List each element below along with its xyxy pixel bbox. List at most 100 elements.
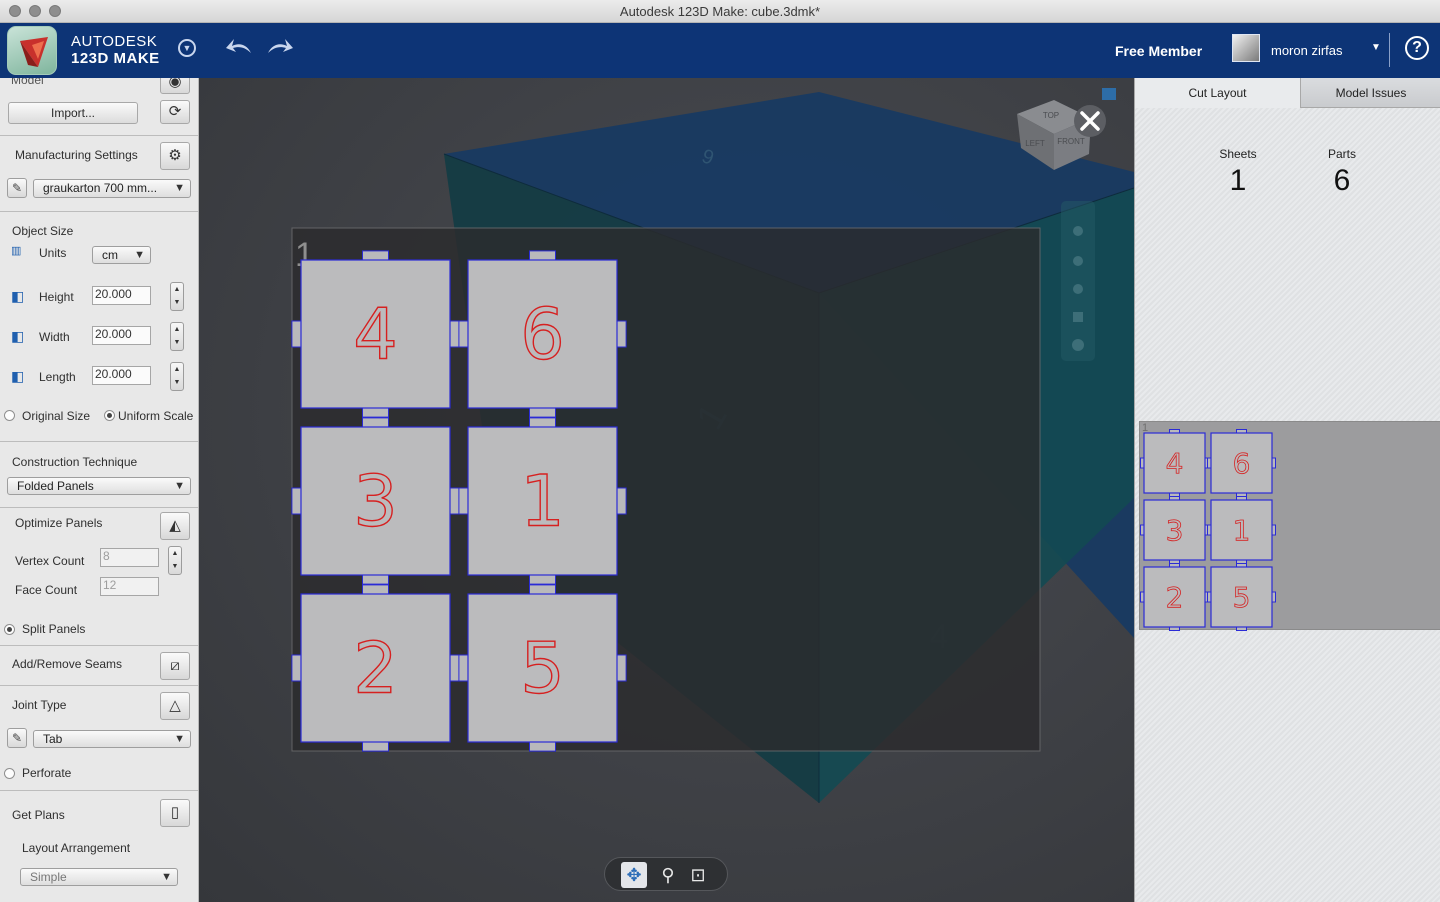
app-menu-dropdown-icon[interactable]: ▼	[178, 39, 196, 57]
thumbnail-part-4[interactable]: 4	[1140, 429, 1209, 497]
fit-view-icon[interactable]	[1073, 312, 1083, 322]
optimize-section: Optimize Panels ◭ Vertex Count 8 ▲ ▼ Face…	[0, 508, 198, 646]
refresh-icon[interactable]: ⟳	[160, 100, 190, 124]
thumbnail-part-1[interactable]: 1	[1207, 496, 1276, 564]
cut-part-label: 4	[353, 294, 398, 376]
thumbnail-part-2[interactable]: 2	[1140, 563, 1209, 631]
units-dropdown[interactable]: cm ▼	[92, 246, 151, 264]
sheets-count: 1	[1229, 164, 1247, 197]
parts-grid: 4 6 3 1 2 5	[291, 250, 627, 752]
ruler-icon: ▥	[11, 245, 22, 257]
layout-arrangement-label: Layout Arrangement	[22, 841, 131, 855]
header-divider	[1389, 33, 1390, 67]
brand-autodesk: AUTODESK	[71, 33, 158, 50]
uniform-scale-radio[interactable]	[104, 410, 115, 421]
thumbnail-part-label: 1	[1233, 514, 1251, 547]
thumbnail-part-label: 5	[1233, 581, 1251, 614]
cut-part-6[interactable]: 6	[458, 250, 627, 418]
help-icon[interactable]: ?	[1405, 36, 1429, 60]
joint-type-label: Joint Type	[12, 698, 67, 712]
chevron-down-icon: ▼	[161, 871, 172, 883]
seams-icon[interactable]: ⧄	[160, 652, 190, 680]
zoom-icon[interactable]	[1073, 284, 1083, 294]
width-cube-icon: ◧	[11, 328, 25, 344]
thumbnail-part-label: 2	[1166, 581, 1184, 614]
manufacturing-gear-icon[interactable]: ⚙	[160, 142, 190, 170]
joint-type-icon[interactable]: △	[160, 692, 190, 720]
right-panel: Cut Layout Model Issues Sheets 1 Parts 6…	[1134, 78, 1440, 902]
uniform-scale-label: Uniform Scale	[118, 409, 194, 423]
split-panels-label: Split Panels	[22, 622, 86, 636]
face-count-label: Face Count	[15, 583, 78, 597]
undo-icon[interactable]	[224, 35, 254, 64]
zoom-magnifier-icon[interactable]: ⚲	[655, 862, 681, 888]
cut-part-3[interactable]: 3	[291, 417, 460, 585]
thumbnail-part-5[interactable]: 5	[1207, 563, 1276, 631]
perforate-label: Perforate	[22, 766, 72, 780]
app-logo	[7, 26, 57, 75]
cut-part-label: 3	[353, 461, 398, 543]
user-name[interactable]: moron zirfas	[1271, 43, 1343, 58]
orbit-icon[interactable]	[1073, 226, 1083, 236]
nav-tool-strip	[1061, 201, 1095, 361]
width-field[interactable]: 20.000	[92, 326, 151, 345]
thumbnail-part-3[interactable]: 3	[1140, 496, 1209, 564]
steering-wheel-icon[interactable]	[1072, 339, 1084, 351]
cut-part-5[interactable]: 5	[458, 584, 627, 752]
cut-part-4[interactable]: 4	[291, 250, 460, 418]
chevron-down-icon: ▼	[174, 182, 185, 194]
import-button[interactable]: Import...	[8, 102, 138, 124]
thumbnail-part-6[interactable]: 6	[1207, 429, 1276, 497]
tab-cut-layout[interactable]: Cut Layout	[1135, 78, 1300, 108]
visibility-eye-icon[interactable]: ◉	[160, 78, 190, 94]
redo-icon[interactable]	[265, 35, 295, 64]
viewport-scene[interactable]: 6 1 4 TOP LEFT FRONT	[199, 78, 1134, 902]
edit-material-pencil-icon[interactable]: ✎	[7, 178, 27, 198]
vertex-count-stepper[interactable]: ▲ ▼	[168, 546, 182, 575]
layout-arrangement-dropdown[interactable]: Simple ▼	[20, 868, 178, 886]
height-field[interactable]: 20.000	[92, 286, 151, 305]
zoom-extents-icon[interactable]: ⊡	[685, 862, 711, 888]
edit-joint-pencil-icon[interactable]: ✎	[7, 728, 27, 748]
length-stepper[interactable]: ▲ ▼	[170, 362, 184, 391]
material-dropdown[interactable]: graukarton 700 mm... ▼	[33, 179, 191, 198]
vertex-count-label: Vertex Count	[15, 554, 85, 568]
3d-viewport[interactable]: 6 1 4 TOP LEFT FRONT	[199, 78, 1134, 902]
user-menu-caret-icon[interactable]: ▼	[1371, 42, 1381, 53]
thumbnail-part-label: 3	[1166, 514, 1184, 547]
joint-type-dropdown[interactable]: Tab ▼	[33, 730, 191, 748]
optimize-panels-label: Optimize Panels	[15, 516, 103, 530]
face-count-field[interactable]: 12	[100, 577, 159, 596]
construction-dropdown[interactable]: Folded Panels ▼	[7, 477, 191, 495]
viewcube-close-icon[interactable]	[1074, 105, 1106, 137]
tab-model-issues[interactable]: Model Issues	[1300, 78, 1440, 108]
pan-move-icon[interactable]: ✥	[621, 862, 647, 888]
length-field[interactable]: 20.000	[92, 366, 151, 385]
units-label: Units	[39, 246, 67, 260]
model-label: Model	[11, 78, 44, 87]
manufacturing-section: Manufacturing Settings ⚙ ✎ graukarton 70…	[0, 136, 198, 212]
user-avatar[interactable]	[1232, 34, 1260, 62]
get-plans-label: Get Plans	[12, 808, 65, 822]
pan-hand-icon[interactable]	[1073, 256, 1083, 266]
vertex-count-field[interactable]: 8	[100, 548, 159, 567]
height-label: Height	[39, 290, 74, 304]
collapse-panel-icon[interactable]	[1102, 88, 1116, 100]
optimize-pyramid-icon[interactable]: ◭	[160, 512, 190, 540]
split-panels-radio[interactable]	[4, 624, 15, 635]
thumbnail-part-label: 4	[1166, 447, 1184, 480]
cut-part-1[interactable]: 1	[458, 417, 627, 585]
height-stepper[interactable]: ▲ ▼	[170, 282, 184, 311]
perforate-radio[interactable]	[4, 768, 15, 779]
construction-value: Folded Panels	[17, 479, 94, 493]
add-remove-seams-label: Add/Remove Seams	[12, 657, 123, 671]
original-size-radio[interactable]	[4, 410, 15, 421]
joint-type-value: Tab	[43, 732, 63, 746]
membership-label: Free Member	[1115, 43, 1203, 59]
viewcube-left-label: LEFT	[1025, 139, 1045, 148]
sheet-thumbnail[interactable]: 1 4 6 3 1 2 5	[1139, 421, 1440, 631]
get-plans-document-icon[interactable]: ▯	[160, 799, 190, 827]
length-cube-icon: ◧	[11, 368, 25, 384]
cut-part-2[interactable]: 2	[291, 584, 460, 752]
width-stepper[interactable]: ▲ ▼	[170, 322, 184, 351]
